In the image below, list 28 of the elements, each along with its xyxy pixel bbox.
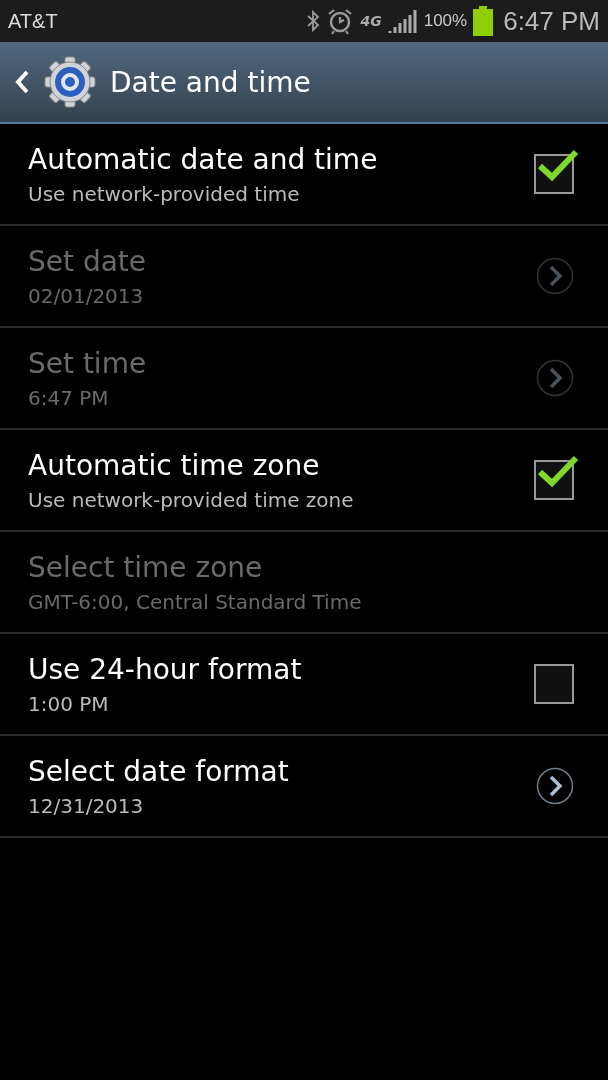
setting-title: Select date format (28, 754, 289, 788)
setting-summary: 12/31/2013 (28, 793, 145, 818)
bluetooth-icon (306, 9, 321, 33)
setting-summary: 02/01/2013 (28, 283, 145, 308)
battery-percent: 100% (423, 11, 468, 31)
setting-summary: Use network-provided time zone (28, 487, 354, 512)
carrier-name: AT&T (8, 9, 58, 33)
setting-title: Use 24-hour format (28, 652, 302, 686)
setting-title: Automatic time zone (28, 448, 321, 482)
network-type: 4G (360, 13, 382, 29)
chevron-icon[interactable] (536, 767, 574, 805)
setting-title: Automatic date and time (28, 142, 378, 176)
setting-title: Select time zone (28, 550, 264, 584)
setting-row[interactable]: Select date format 12/31/2013 (0, 736, 608, 838)
back-icon[interactable] (14, 69, 30, 95)
signal-icon (387, 7, 418, 35)
setting-summary: Use network-provided time (28, 181, 301, 206)
setting-summary: 6:47 PM (28, 385, 110, 410)
checkbox[interactable] (534, 664, 574, 704)
battery-icon (473, 6, 494, 36)
setting-row[interactable]: Use 24-hour format 1:00 PM (0, 634, 608, 736)
setting-summary: 1:00 PM (28, 691, 110, 716)
setting-title: Set date (28, 244, 146, 278)
setting-title: Set time (28, 346, 147, 380)
status-time: 6:47 PM (503, 5, 600, 37)
setting-summary: GMT-6:00, Central Standard Time (28, 589, 362, 614)
screen-title: Date and time (110, 65, 311, 99)
gear-icon (44, 56, 96, 108)
